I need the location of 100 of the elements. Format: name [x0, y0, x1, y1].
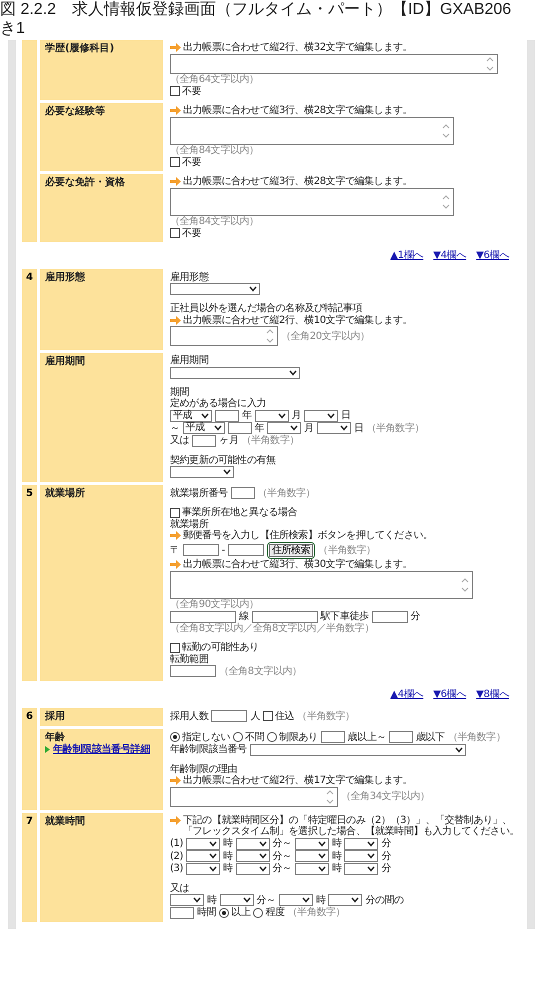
input-field[interactable] — [228, 422, 252, 434]
checkbox[interactable]: 不要 — [170, 228, 202, 238]
dropdown[interactable] — [186, 850, 220, 862]
detail-link[interactable]: 年齢制限該当番号詳細 — [53, 744, 150, 754]
row-label: 必要な免許・資格 — [45, 177, 125, 188]
field-label: 時間 — [197, 907, 216, 918]
checkbox[interactable]: 不要 — [170, 86, 202, 96]
dropdown[interactable]: 平成 — [170, 410, 212, 422]
row-label: 就業場所 — [45, 488, 85, 498]
radio-button[interactable]: 制限あり — [267, 732, 318, 742]
chevron-down-icon — [302, 897, 310, 903]
radio-button[interactable]: 程度 — [253, 907, 285, 918]
section-number: 5 — [22, 484, 37, 680]
jump-link[interactable]: ▼8欄へ — [476, 686, 509, 700]
dropdown[interactable] — [278, 894, 313, 906]
checkbox[interactable]: 事業所所在地と異なる場合 — [170, 507, 298, 518]
dropdown[interactable] — [236, 838, 270, 850]
checkbox[interactable]: 住込 — [263, 710, 294, 722]
hint-note: （半角数字） — [448, 732, 506, 742]
field-label: 時 — [332, 838, 342, 849]
hint-note: （全角64文字以内） — [170, 74, 259, 85]
dropdown[interactable] — [294, 838, 329, 850]
field-label: 時 — [207, 894, 217, 906]
dropdown[interactable] — [220, 894, 254, 906]
arrow-right-icon — [170, 776, 181, 785]
jump-link[interactable]: ▲1欄へ — [390, 248, 424, 262]
radio-button[interactable]: 不問 — [233, 732, 264, 742]
scroll-arrows-icon — [442, 194, 450, 210]
field-label: 雇用形態 — [170, 272, 208, 282]
input-field[interactable] — [215, 410, 239, 422]
dropdown[interactable] — [236, 850, 270, 862]
jump-link[interactable]: ▲4欄へ — [390, 686, 424, 700]
field-label: 分～ — [272, 850, 292, 862]
dropdown[interactable] — [170, 894, 204, 906]
dropdown[interactable] — [294, 862, 329, 874]
checkbox[interactable]: 転勤の可能性あり — [170, 642, 259, 653]
chevron-down-icon — [289, 370, 297, 376]
input-field[interactable] — [170, 906, 194, 918]
radio-button[interactable]: 以上 — [219, 907, 250, 918]
text-area[interactable] — [170, 570, 473, 598]
input-field[interactable] — [320, 731, 345, 743]
row-label: 年齢 — [45, 732, 65, 742]
instruction-text: 出力帳票に合わせて縦3行、横28文字で編集します。 — [183, 176, 412, 187]
field-label: 又は — [170, 882, 190, 894]
jump-link[interactable]: ▼6欄へ — [433, 686, 466, 700]
hint-note: （全角8文字以内） — [219, 666, 302, 676]
input-field[interactable] — [230, 487, 255, 499]
dropdown[interactable] — [236, 862, 270, 874]
hint-note: （全角20文字以内） — [281, 330, 370, 342]
dropdown[interactable] — [267, 422, 302, 434]
jump-link[interactable]: ▼4欄へ — [433, 248, 466, 262]
dropdown[interactable] — [316, 422, 351, 434]
row-label: 就業時間 — [45, 816, 85, 827]
dropdown[interactable] — [328, 894, 362, 906]
chevron-down-icon — [223, 469, 231, 475]
field-label: 分 — [381, 863, 391, 874]
field-label: 分～ — [272, 863, 292, 874]
input-field[interactable] — [192, 434, 216, 446]
scroll-arrows-icon — [486, 56, 494, 72]
field-label: 年 — [254, 422, 264, 434]
address-search-button[interactable]: 住所検索 — [268, 544, 314, 556]
text-area[interactable] — [170, 326, 278, 346]
dropdown[interactable] — [344, 862, 378, 874]
text-area[interactable] — [170, 188, 454, 216]
dropdown[interactable]: 平成 — [182, 422, 225, 434]
row-label: 学歴(履修科目) — [45, 43, 114, 54]
input-field[interactable] — [228, 544, 264, 556]
input-field[interactable] — [252, 610, 318, 622]
instruction-text: 出力帳票に合わせて縦2行、横32文字で編集します。 — [183, 42, 412, 53]
dropdown[interactable] — [186, 838, 220, 850]
field-label: ～ — [170, 422, 180, 434]
field-label: 時 — [222, 850, 233, 862]
input-field[interactable] — [170, 610, 236, 622]
text-area[interactable] — [170, 786, 338, 806]
jump-link[interactable]: ▼6欄へ — [476, 248, 509, 262]
hint-note: （半角数字） — [366, 422, 424, 434]
input-field[interactable] — [372, 610, 408, 622]
radio-button[interactable]: 指定しない — [170, 732, 230, 742]
field-label: 月 — [292, 410, 302, 421]
text-area[interactable] — [170, 116, 454, 144]
input-field[interactable] — [170, 665, 216, 677]
checkbox[interactable]: 不要 — [170, 156, 202, 168]
hint-note: （全角84文字以内） — [170, 145, 259, 156]
dropdown[interactable] — [254, 410, 289, 422]
input-field[interactable] — [211, 710, 248, 722]
dropdown[interactable] — [304, 410, 338, 422]
arrow-right-icon — [170, 531, 181, 540]
field-label: 時 — [332, 850, 342, 862]
row-label: 採用 — [45, 710, 65, 722]
dropdown[interactable] — [344, 850, 378, 862]
input-field[interactable] — [389, 731, 414, 743]
dropdown[interactable] — [344, 838, 378, 850]
field-label: 転勤範囲 — [170, 654, 208, 664]
input-field[interactable] — [182, 544, 219, 556]
hint-note: （全角90文字以内） — [170, 599, 259, 610]
field-label: 時 — [316, 894, 326, 906]
dropdown[interactable] — [186, 862, 220, 874]
dropdown[interactable] — [294, 850, 329, 862]
text-area[interactable] — [170, 54, 498, 74]
hint-note: （半角数字） — [288, 907, 346, 918]
